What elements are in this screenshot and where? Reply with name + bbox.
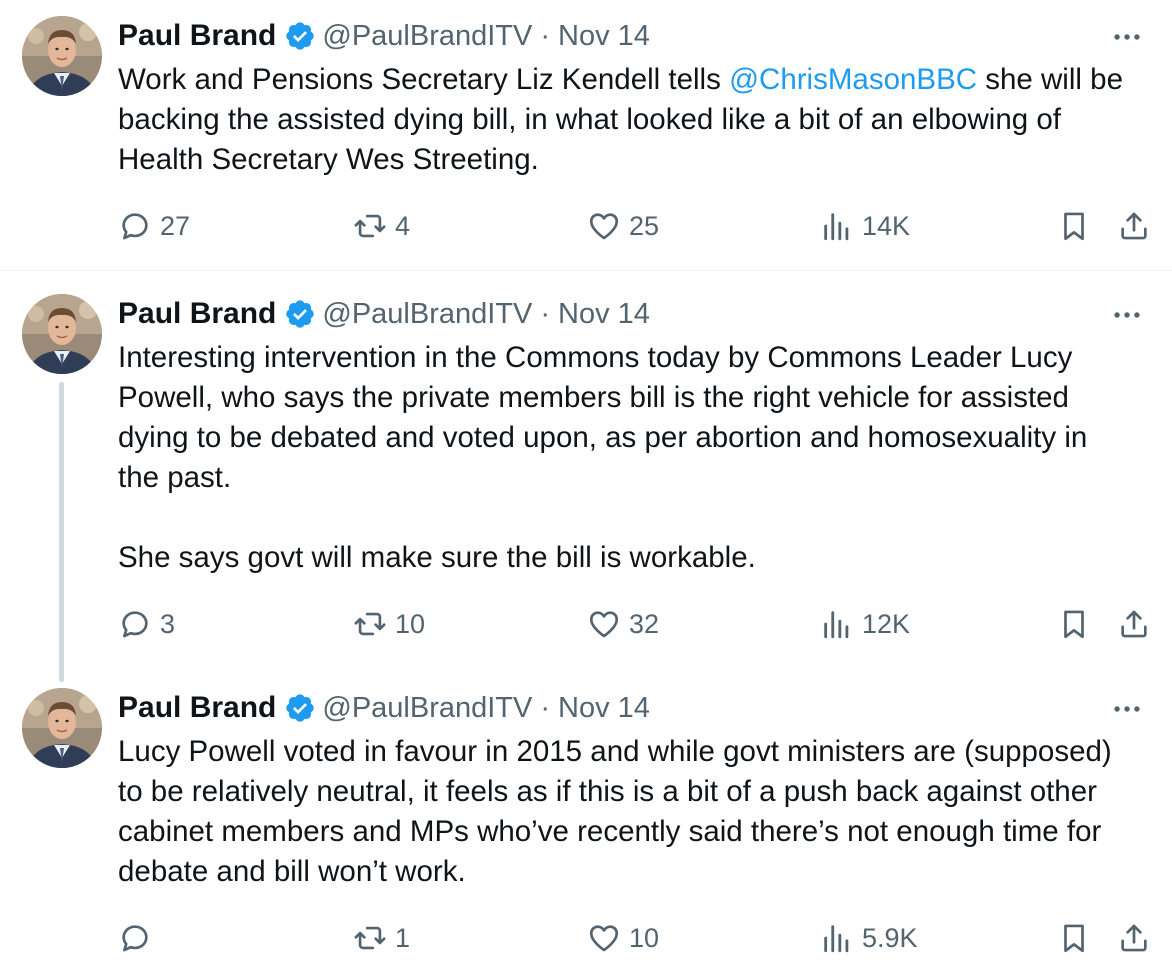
tweet-date[interactable]: Nov 14 [558, 20, 650, 53]
tweet-1[interactable]: Paul Brand @PaulBrandITV · Nov 14 Work a… [0, 0, 1172, 270]
views-icon [820, 607, 854, 641]
more-icon[interactable] [1110, 692, 1144, 726]
repost-count: 4 [395, 210, 411, 241]
author-handle[interactable]: @PaulBrandITV [322, 692, 532, 725]
tweet-header: Paul Brand @PaulBrandITV · Nov 14 [118, 294, 650, 334]
like-icon [587, 607, 621, 641]
share-icon[interactable] [1117, 209, 1151, 243]
like-button[interactable]: 25 [587, 204, 659, 248]
tweet-text: Lucy Powell voted in favour in 2015 and … [118, 735, 1112, 888]
bookmark-icon[interactable] [1057, 607, 1091, 641]
avatar[interactable] [22, 294, 102, 374]
author-name[interactable]: Paul Brand [118, 19, 276, 53]
views-count: 14K [862, 210, 911, 241]
like-count: 32 [629, 608, 660, 639]
like-icon [587, 921, 621, 955]
separator: · [540, 691, 551, 724]
views-button[interactable]: 5.9K [820, 916, 918, 960]
like-count: 10 [629, 922, 660, 953]
tweet-text: Interesting intervention in the Commons … [118, 341, 1088, 574]
tweet-text: Work and Pensions Secretary Liz Kendell … [118, 60, 1158, 180]
verified-badge-icon[interactable] [284, 298, 316, 330]
repost-icon [353, 607, 387, 641]
reply-button[interactable]: 27 [118, 204, 190, 248]
action-bar: 3 10 32 12K [0, 602, 1172, 646]
views-icon [820, 921, 854, 955]
like-button[interactable]: 32 [587, 602, 659, 646]
views-button[interactable]: 14K [820, 204, 910, 248]
action-bar: 27 4 25 14K [0, 204, 1172, 248]
reply-icon [118, 209, 152, 243]
reply-count: 3 [160, 608, 176, 639]
views-button[interactable]: 12K [820, 602, 910, 646]
reply-count: 27 [160, 210, 191, 241]
avatar[interactable] [22, 688, 102, 768]
views-count: 12K [862, 608, 911, 639]
author-name[interactable]: Paul Brand [118, 691, 276, 725]
reply-button[interactable] [118, 916, 160, 960]
tweet-date[interactable]: Nov 14 [558, 298, 650, 331]
separator: · [540, 19, 551, 52]
tweet-date[interactable]: Nov 14 [558, 692, 650, 725]
share-icon[interactable] [1117, 607, 1151, 641]
bookmark-icon[interactable] [1057, 209, 1091, 243]
separator: · [540, 297, 551, 330]
divider [0, 270, 1172, 271]
avatar[interactable] [22, 16, 102, 96]
like-icon [587, 209, 621, 243]
author-handle[interactable]: @PaulBrandITV [322, 20, 532, 53]
repost-button[interactable]: 4 [353, 204, 410, 248]
mention-link[interactable]: @ChrisMasonBBC [729, 63, 977, 96]
avatar-photo [22, 688, 102, 768]
tweet-2[interactable]: Paul Brand @PaulBrandITV · Nov 14 Intere… [0, 294, 1172, 674]
like-count: 25 [629, 210, 660, 241]
repost-button[interactable]: 10 [353, 602, 425, 646]
verified-badge-icon[interactable] [284, 692, 316, 724]
more-icon[interactable] [1110, 298, 1144, 332]
verified-badge-icon[interactable] [284, 20, 316, 52]
tweet-header: Paul Brand @PaulBrandITV · Nov 14 [118, 16, 650, 56]
repost-count: 1 [395, 922, 411, 953]
reply-button[interactable]: 3 [118, 602, 175, 646]
repost-icon [353, 209, 387, 243]
reply-icon [118, 921, 152, 955]
tweet-text-part: Work and Pensions Secretary Liz Kendell … [118, 63, 730, 96]
avatar-photo [22, 294, 102, 374]
share-icon[interactable] [1117, 921, 1151, 955]
avatar-photo [22, 16, 102, 96]
views-icon [820, 209, 854, 243]
tweet-3[interactable]: Paul Brand @PaulBrandITV · Nov 14 Lucy P… [0, 688, 1172, 978]
views-count: 5.9K [862, 922, 918, 953]
bookmark-icon[interactable] [1057, 921, 1091, 955]
tweet-header: Paul Brand @PaulBrandITV · Nov 14 [118, 688, 650, 728]
repost-count: 10 [395, 608, 426, 639]
more-icon[interactable] [1110, 20, 1144, 54]
repost-button[interactable]: 1 [353, 916, 410, 960]
author-name[interactable]: Paul Brand [118, 297, 276, 331]
repost-icon [353, 921, 387, 955]
action-bar: 1 10 5.9K [0, 916, 1172, 960]
like-button[interactable]: 10 [587, 916, 659, 960]
author-handle[interactable]: @PaulBrandITV [322, 298, 532, 331]
reply-icon [118, 607, 152, 641]
